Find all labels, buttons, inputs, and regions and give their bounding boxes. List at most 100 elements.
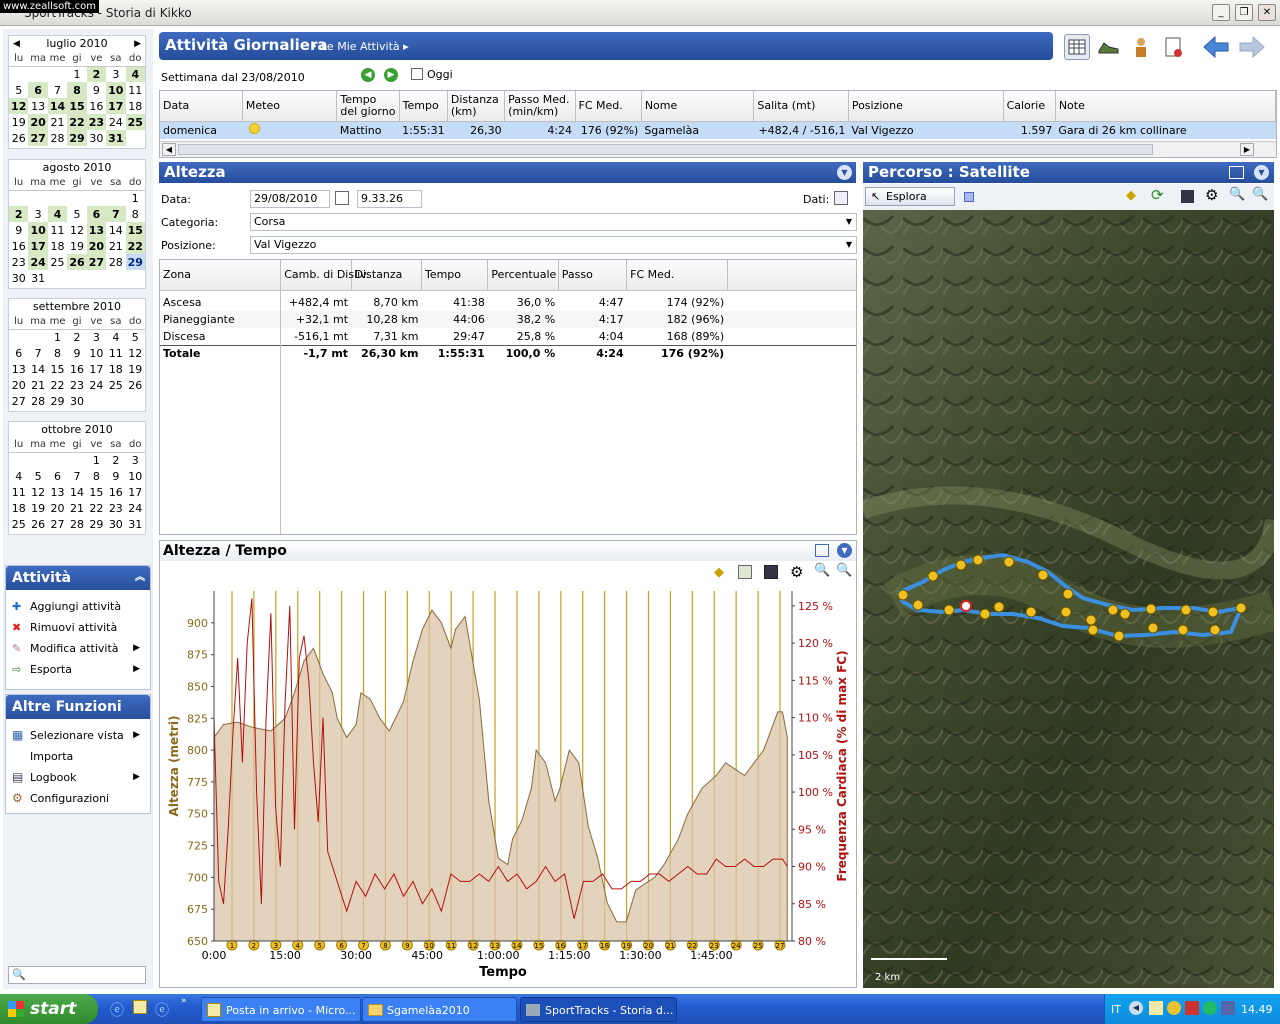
day-cell[interactable]: 27 bbox=[9, 393, 28, 409]
tray-status-icon[interactable] bbox=[1203, 1001, 1217, 1015]
route-marker[interactable] bbox=[1180, 604, 1192, 616]
day-cell[interactable]: 16 bbox=[67, 361, 86, 377]
search-box[interactable]: 🔍 bbox=[8, 966, 146, 984]
day-cell[interactable]: 31 bbox=[106, 130, 126, 146]
column-header[interactable]: Passo bbox=[558, 260, 628, 291]
altezza-collapse-icon[interactable]: ▼ bbox=[837, 165, 852, 180]
day-cell[interactable]: 4 bbox=[47, 206, 68, 222]
day-cell[interactable]: 2 bbox=[86, 66, 107, 82]
browser-icon[interactable]: ⓔ bbox=[155, 1000, 169, 1020]
day-cell[interactable]: 2 bbox=[106, 452, 125, 468]
date-picker-icon[interactable] bbox=[335, 191, 349, 205]
day-cell[interactable]: 27 bbox=[28, 130, 48, 146]
day-cell[interactable]: 22 bbox=[48, 377, 67, 393]
day-cell[interactable]: 27 bbox=[48, 516, 67, 532]
route-marker[interactable] bbox=[1113, 630, 1125, 642]
menu-item-edit[interactable]: ✎ Modifica attività ▶ bbox=[6, 638, 150, 659]
day-cell[interactable]: 19 bbox=[28, 500, 47, 516]
time-field[interactable]: 9.33.26 bbox=[357, 190, 422, 208]
route-marker[interactable] bbox=[1145, 603, 1157, 615]
day-cell[interactable]: 15 bbox=[67, 98, 87, 114]
day-cell[interactable]: 5 bbox=[67, 206, 86, 222]
day-cell[interactable]: 25 bbox=[106, 377, 125, 393]
gear-icon[interactable]: ⚙ bbox=[790, 563, 803, 581]
calendar-view-icon[interactable] bbox=[1064, 34, 1090, 60]
route-marker[interactable] bbox=[1209, 624, 1221, 636]
ie-icon[interactable]: ⓔ bbox=[110, 1000, 124, 1020]
logbook-icon[interactable] bbox=[1160, 34, 1186, 60]
forward-arrow-icon[interactable] bbox=[1238, 34, 1265, 60]
day-cell[interactable]: 26 bbox=[67, 254, 87, 270]
day-cell[interactable]: 21 bbox=[48, 114, 67, 130]
tray-expand-icon[interactable]: ◀ bbox=[1129, 1001, 1143, 1015]
prev-week-button[interactable]: ◀ bbox=[361, 68, 375, 82]
day-cell[interactable]: 7 bbox=[48, 82, 67, 98]
column-header[interactable]: Meteo bbox=[242, 91, 338, 122]
task-outlook[interactable]: Posta in arrivo - Micro... bbox=[201, 997, 361, 1022]
categoria-select[interactable]: Corsa ▼ bbox=[250, 213, 857, 231]
day-cell[interactable]: 21 bbox=[28, 377, 47, 393]
route-marker[interactable] bbox=[1085, 614, 1097, 626]
marker-icon[interactable]: ◆ bbox=[714, 565, 724, 580]
chart-layout-icon[interactable] bbox=[815, 544, 829, 557]
start-marker[interactable] bbox=[960, 600, 972, 612]
day-cell[interactable]: 10 bbox=[106, 82, 126, 98]
day-cell[interactable]: 17 bbox=[106, 98, 126, 114]
altezza-tempo-chart[interactable]: 1 2 3 4 5 6 7 8 9 10 11 12 13 14 15 16 17 18 19 20 21 22 23 24 2… bbox=[160, 583, 856, 988]
tray-app-icon[interactable] bbox=[1167, 1001, 1181, 1015]
route-marker[interactable] bbox=[943, 604, 955, 616]
day-cell[interactable]: 20 bbox=[48, 500, 67, 516]
day-cell[interactable]: 30 bbox=[106, 516, 125, 532]
zoom-in-icon[interactable]: 🔍 bbox=[1252, 187, 1268, 202]
day-cell[interactable]: 19 bbox=[67, 238, 86, 254]
day-cell[interactable]: 11 bbox=[126, 82, 145, 98]
day-cell[interactable]: 24 bbox=[28, 254, 48, 270]
column-header[interactable]: FC Med. bbox=[575, 91, 642, 122]
day-cell[interactable]: 22 bbox=[67, 114, 87, 130]
column-header[interactable]: Camb. di Disliv. bbox=[280, 260, 369, 291]
day-cell[interactable]: 12 bbox=[67, 222, 86, 238]
day-cell[interactable]: 27 bbox=[86, 254, 107, 270]
day-cell[interactable]: 12 bbox=[9, 98, 29, 114]
menu-item-settings[interactable]: ⚙ Configurazioni bbox=[6, 788, 150, 809]
day-cell[interactable]: 10 bbox=[28, 222, 48, 238]
column-header[interactable]: FC Med. bbox=[626, 260, 728, 291]
total-row[interactable]: Totale -1,7 mt 26,30 km 1:55:31 100,0 % 4:24 1… bbox=[160, 345, 856, 362]
restore-button[interactable]: ❐ bbox=[1235, 4, 1253, 21]
chart-collapse-icon[interactable]: ▼ bbox=[837, 543, 852, 558]
day-cell[interactable]: 9 bbox=[67, 345, 86, 361]
day-cell[interactable]: 6 bbox=[48, 468, 67, 484]
menu-item-remove[interactable]: ✖ Rimuovi attività bbox=[6, 617, 150, 638]
menu-item-logbook[interactable]: ▤ Logbook ▶ bbox=[6, 767, 150, 788]
day-cell[interactable]: 17 bbox=[87, 361, 106, 377]
zone-row[interactable]: Pianeggiante +32,1 mt 10,28 km 44:06 38,2 % 4… bbox=[160, 311, 856, 328]
day-cell[interactable]: 3 bbox=[126, 452, 145, 468]
day-cell[interactable]: 12 bbox=[28, 484, 47, 500]
day-cell[interactable]: 29 bbox=[48, 393, 67, 409]
posizione-select[interactable]: Val Vigezzo ▼ bbox=[250, 236, 857, 254]
day-cell[interactable]: 5 bbox=[9, 82, 28, 98]
day-cell[interactable]: 24 bbox=[126, 500, 145, 516]
day-cell[interactable]: 1 bbox=[48, 329, 67, 345]
menu-item-export[interactable]: ⇨ Esporta ▶ bbox=[6, 659, 150, 680]
column-header[interactable]: Distanza bbox=[351, 260, 422, 291]
route-marker[interactable] bbox=[1107, 604, 1119, 616]
day-cell[interactable]: 18 bbox=[106, 361, 125, 377]
day-cell[interactable]: 7 bbox=[28, 345, 47, 361]
day-cell[interactable]: 29 bbox=[125, 254, 145, 270]
route-marker[interactable] bbox=[979, 608, 991, 620]
save-icon[interactable] bbox=[764, 565, 778, 579]
column-header[interactable]: Data bbox=[160, 91, 243, 122]
language-indicator[interactable]: IT bbox=[1111, 1003, 1121, 1016]
day-cell[interactable]: 11 bbox=[9, 484, 28, 500]
start-button[interactable]: start bbox=[0, 994, 98, 1024]
day-cell[interactable]: 28 bbox=[67, 516, 86, 532]
scroll-right-button[interactable]: ▶ bbox=[1240, 143, 1254, 156]
column-header[interactable]: Percentuale bbox=[487, 260, 559, 291]
marker-icon[interactable]: ◆ bbox=[1126, 188, 1136, 203]
zone-row[interactable]: Discesa -516,1 mt 7,31 km 29:47 25,8 % 4:04 16… bbox=[160, 328, 856, 345]
day-cell[interactable]: 15 bbox=[87, 484, 106, 500]
route-marker[interactable] bbox=[1087, 624, 1099, 636]
route-marker[interactable] bbox=[1003, 556, 1015, 568]
day-cell[interactable]: 8 bbox=[48, 345, 67, 361]
